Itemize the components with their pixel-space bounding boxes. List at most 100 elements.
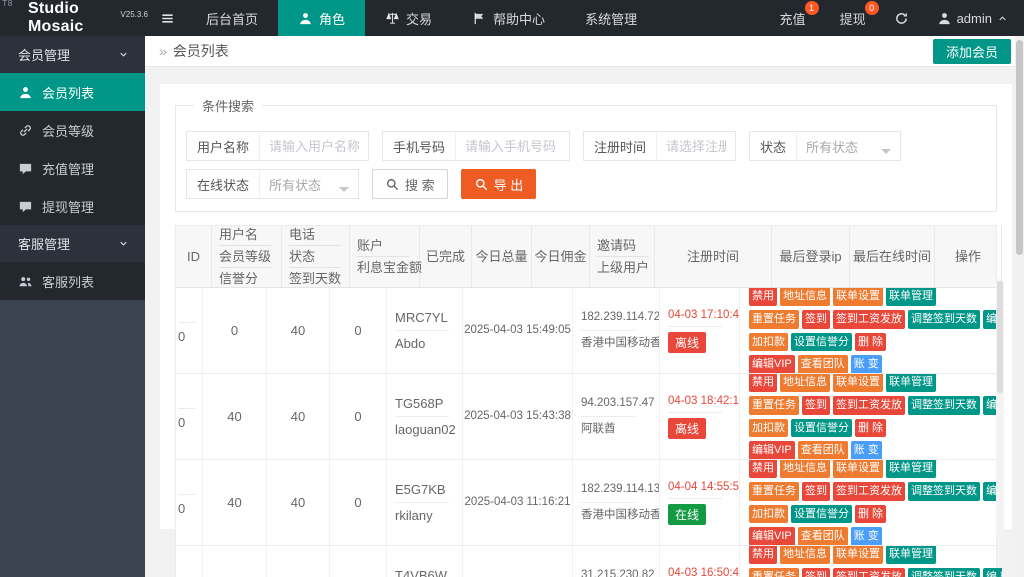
account-change-button[interactable]: 账 变 [851, 355, 882, 373]
username-field[interactable] [260, 139, 368, 154]
disable-button[interactable]: 禁用 [749, 546, 777, 564]
actions-cell: 禁用地址信息联单设置联单管理重置任务签到签到工资发放调整签到天数编 辑加扣款设置… [740, 546, 1002, 577]
checkin-button[interactable]: 签到 [802, 396, 830, 415]
order-manage-button[interactable]: 联单管理 [886, 288, 936, 306]
cell-divider [178, 322, 196, 323]
search-row-2: 在线状态所有状态 搜 索 导 出 [186, 169, 986, 199]
last-online-cell: 04-03 17:10:41离线 [660, 288, 740, 373]
sidebar-item-0-1[interactable]: 会员等级 [0, 111, 145, 149]
view-team-button[interactable]: 查看团队 [798, 441, 848, 459]
sidebar-section-1[interactable]: 客服管理 [0, 225, 145, 262]
checkin-salary-button[interactable]: 签到工资发放 [833, 396, 905, 415]
checkin-salary-button[interactable]: 签到工资发放 [833, 310, 905, 329]
reset-task-button[interactable]: 重置任务 [749, 568, 799, 577]
checkin-button[interactable]: 签到 [802, 310, 830, 329]
order-manage-button[interactable]: 联单管理 [886, 374, 936, 392]
register-time-field[interactable] [657, 139, 735, 154]
search-row-1: 用户名称手机号码注册时间状态所有状态 [186, 131, 986, 161]
search-button[interactable]: 搜 索 [372, 169, 448, 199]
checkin-button[interactable]: 签到 [802, 568, 830, 577]
checkin-salary-button[interactable]: 签到工资发放 [833, 568, 905, 577]
withdraw-shortcut[interactable]: 提现0 [840, 9, 866, 28]
header-divider [597, 256, 649, 257]
reset-task-button[interactable]: 重置任务 [749, 396, 799, 415]
view-team-button[interactable]: 查看团队 [798, 527, 848, 545]
sidebar-item-1-0[interactable]: 客服列表 [0, 262, 145, 300]
adjust-checkin-days-button[interactable]: 调整签到天数 [908, 482, 980, 501]
edit-vip-button[interactable]: 编辑VIP [749, 441, 795, 459]
checkin-salary-button[interactable]: 签到工资发放 [833, 482, 905, 501]
adjust-checkin-days-button[interactable]: 调整签到天数 [908, 396, 980, 415]
add-deduction-button[interactable]: 加扣款 [749, 419, 788, 438]
topbar: Studio Mosaic V25.3.6 后台首页角色交易帮助中心系统管理 充… [0, 0, 1024, 36]
topbar-nav-item-4[interactable]: 系统管理 [565, 0, 657, 36]
ip-address: 182.239.114.13 [581, 482, 659, 497]
delete-button[interactable]: 删 除 [855, 505, 886, 524]
order-settings-button[interactable]: 联单设置 [833, 374, 883, 392]
add-member-button[interactable]: 添加会员 [933, 39, 1011, 64]
phone-field[interactable] [456, 139, 569, 154]
topbar-nav-item-3[interactable]: 帮助中心 [452, 0, 565, 36]
delete-button[interactable]: 删 除 [855, 333, 886, 352]
add-deduction-button[interactable]: 加扣款 [749, 505, 788, 524]
refresh-button[interactable] [894, 11, 909, 26]
col-header-line: 签到天数 [289, 271, 349, 286]
topbar-nav-item-2[interactable]: 交易 [365, 0, 452, 36]
page-scrollbar-thumb[interactable] [1016, 40, 1023, 255]
order-settings-button[interactable]: 联单设置 [833, 460, 883, 478]
sidebar-item-0-0[interactable]: 会员列表 [0, 73, 145, 111]
set-credit-button[interactable]: 设置信誉分 [791, 505, 852, 524]
adjust-checkin-days-button[interactable]: 调整签到天数 [908, 310, 980, 329]
topbar-nav-item-1[interactable]: 角色 [278, 0, 365, 36]
disable-button[interactable]: 禁用 [749, 460, 777, 478]
user-menu[interactable]: admin [937, 11, 1008, 26]
menu-toggle-button[interactable] [148, 0, 186, 36]
table-scrollbar-thumb[interactable] [997, 281, 1003, 393]
disable-button[interactable]: 禁用 [749, 288, 777, 306]
edit-vip-button[interactable]: 编辑VIP [749, 355, 795, 373]
disable-button[interactable]: 禁用 [749, 374, 777, 392]
col-header-line: 电话 [289, 227, 349, 242]
sidebar-item-0-3[interactable]: 提现管理 [0, 187, 145, 225]
sidebar: 会员管理会员列表会员等级充值管理提现管理客服管理客服列表 [0, 36, 145, 577]
sidebar-section-label: 客服管理 [18, 234, 70, 253]
table-scrollbar[interactable] [996, 279, 1004, 541]
address-info-button[interactable]: 地址信息 [780, 546, 830, 564]
checkin-button[interactable]: 签到 [802, 482, 830, 501]
page-scrollbar[interactable] [1015, 36, 1024, 577]
online-status-select[interactable]: 所有状态 [260, 175, 358, 194]
account-change-button[interactable]: 账 变 [851, 441, 882, 459]
reset-task-button[interactable]: 重置任务 [749, 310, 799, 329]
add-deduction-button[interactable]: 加扣款 [749, 333, 788, 352]
topbar-nav-item-0[interactable]: 后台首页 [186, 0, 278, 36]
ip-cell: 31.215.230.82阿联酋 [573, 546, 660, 577]
online-status-badge: 在线 [668, 504, 706, 525]
header-divider [219, 245, 271, 246]
edit-vip-button[interactable]: 编辑VIP [749, 527, 795, 545]
edit-button[interactable]: 编 辑 [983, 568, 1002, 577]
action-line: 禁用地址信息联单设置联单管理 [749, 288, 1002, 306]
view-team-button[interactable]: 查看团队 [798, 355, 848, 373]
order-manage-button[interactable]: 联单管理 [886, 460, 936, 478]
order-settings-button[interactable]: 联单设置 [833, 288, 883, 306]
reset-task-button[interactable]: 重置任务 [749, 482, 799, 501]
register-time-cell: 2025-04-03 11:06:05 [463, 546, 573, 577]
status-select[interactable]: 所有状态 [797, 137, 900, 156]
order-manage-button[interactable]: 联单管理 [886, 546, 936, 564]
address-info-button[interactable]: 地址信息 [780, 288, 830, 306]
col-header-line: 上级用户 [597, 260, 654, 275]
sidebar-section-0[interactable]: 会员管理 [0, 36, 145, 73]
set-credit-button[interactable]: 设置信誉分 [791, 419, 852, 438]
export-button[interactable]: 导 出 [461, 169, 537, 199]
recharge-shortcut[interactable]: 充值1 [780, 9, 806, 28]
sidebar-item-0-2[interactable]: 充值管理 [0, 149, 145, 187]
breadcrumb-marker: » [159, 43, 167, 59]
set-credit-button[interactable]: 设置信誉分 [791, 333, 852, 352]
order-settings-button[interactable]: 联单设置 [833, 546, 883, 564]
address-info-button[interactable]: 地址信息 [780, 460, 830, 478]
adjust-checkin-days-button[interactable]: 调整签到天数 [908, 568, 980, 577]
delete-button[interactable]: 删 除 [855, 419, 886, 438]
address-info-button[interactable]: 地址信息 [780, 374, 830, 392]
chevron-down-icon [118, 238, 129, 249]
account-change-button[interactable]: 账 变 [851, 527, 882, 545]
